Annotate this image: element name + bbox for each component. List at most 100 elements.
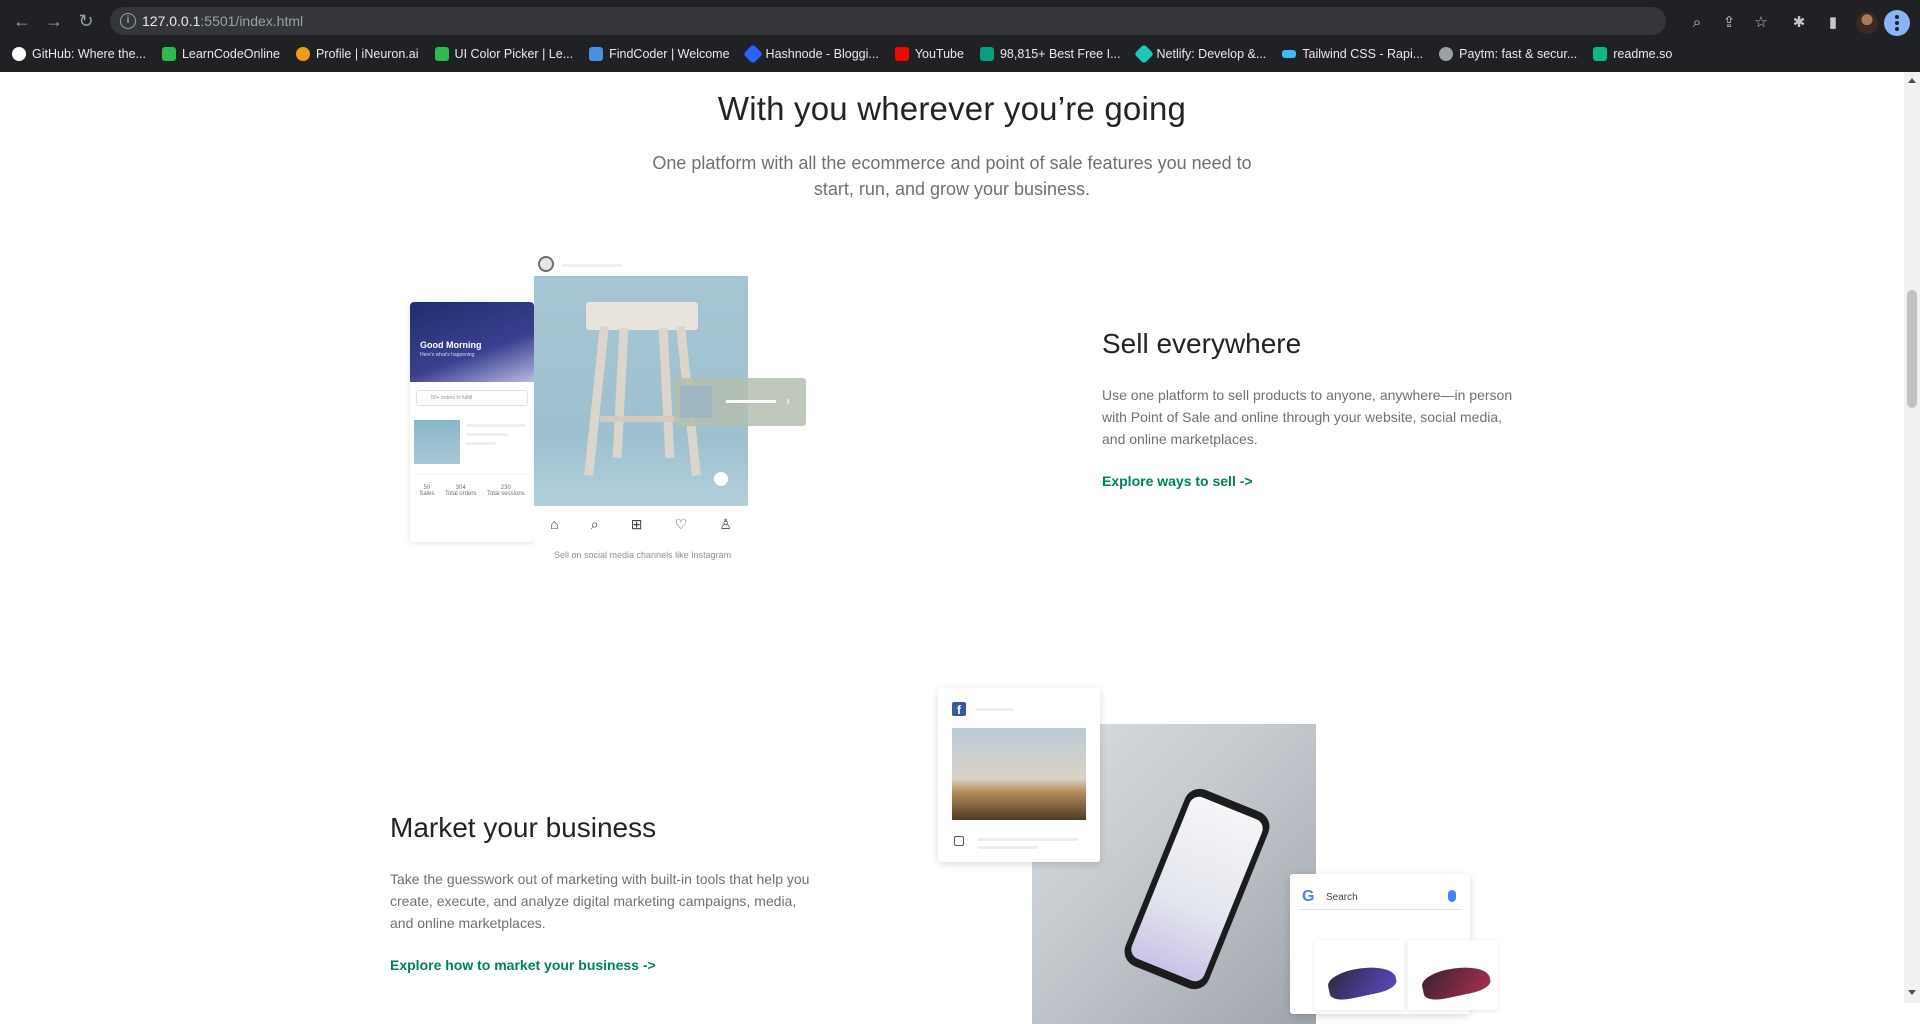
product-thumbnail — [414, 420, 460, 464]
explore-market-link[interactable]: Explore how to market your business -> — [390, 957, 656, 973]
stool-leg — [612, 327, 629, 459]
side-panel-icon[interactable]: ▮ — [1824, 14, 1842, 32]
shoe-product-1 — [1314, 940, 1404, 1010]
market-title: Market your business — [390, 812, 657, 843]
bag-icon — [954, 836, 964, 846]
zoom-icon[interactable]: ⌕ — [1688, 14, 1706, 32]
market-illustration: f G Search — [938, 688, 1498, 1024]
market-body: Take the guesswork out of marketing with… — [390, 871, 810, 931]
purple-shoe-image — [1325, 961, 1399, 1003]
bookmark-label: Hashnode - Bloggi... — [765, 47, 879, 61]
page-scrollbar[interactable] — [1904, 72, 1920, 1003]
site-info-icon[interactable]: i — [120, 13, 136, 29]
bookmark-findcoder[interactable]: FindCoder | Welcome — [589, 44, 730, 64]
url-text[interactable]: 127.0.0.1:5501/index.html — [142, 13, 303, 29]
greeting-text: Good Morning — [420, 340, 482, 350]
stat-label: Total sessions — [486, 491, 525, 497]
mobile-dashboard: Good Morning Here's what's happening 50+… — [410, 302, 534, 542]
url-path: :5501/index.html — [200, 13, 304, 29]
user-icon: ♙ — [719, 515, 732, 532]
bookmark-learncodeonline[interactable]: LearnCodeOnline — [161, 44, 280, 64]
placeholder-line — [726, 400, 776, 403]
placeholder-line — [976, 708, 1014, 711]
github-icon — [12, 47, 26, 61]
bookmark-label: 98,815+ Best Free I... — [999, 47, 1121, 61]
profile-avatar[interactable] — [1856, 12, 1878, 34]
address-bar[interactable]: i 127.0.0.1:5501/index.html — [110, 7, 1666, 35]
runner-photo — [952, 728, 1086, 820]
add-icon: ⊞ — [630, 515, 643, 532]
bookmark-label: readme.so — [1613, 47, 1673, 61]
chevron-right-icon: › — [786, 394, 790, 408]
code-icon — [589, 47, 604, 61]
explore-sell-link[interactable]: Explore ways to sell -> — [1102, 473, 1253, 489]
learncodeonline-icon — [161, 47, 176, 61]
placeholder-line — [978, 846, 1038, 849]
bookmark-label: Tailwind CSS - Rapi... — [1302, 47, 1424, 61]
product-tag-card: › — [674, 378, 806, 426]
placeholder-line — [562, 264, 622, 267]
extensions-icon[interactable]: ✱ — [1790, 14, 1808, 32]
globe-icon — [1439, 47, 1454, 61]
bookmark-github[interactable]: GitHub: Where the... — [12, 44, 146, 64]
url-host: 127.0.0.1 — [142, 13, 201, 29]
stat-orders: 304 Total orders — [445, 485, 476, 534]
bookmark-ineuron[interactable]: Profile | iNeuron.ai — [295, 44, 419, 64]
placeholder-line — [978, 838, 1078, 841]
bookmark-readme[interactable]: readme.so — [1593, 44, 1672, 64]
stool-leg — [658, 327, 675, 459]
stat-label: Sales — [419, 491, 435, 497]
menu-icon[interactable] — [1884, 10, 1910, 36]
stat-label: Total orders — [444, 491, 477, 497]
google-search-bar: G Search — [1298, 884, 1462, 910]
netlify-icon — [1133, 44, 1154, 64]
facebook-post-card: f — [938, 688, 1100, 862]
share-icon[interactable]: ⇪ — [1720, 14, 1738, 32]
bookmark-hashnode[interactable]: Hashnode - Bloggi... — [742, 44, 879, 64]
social-nav-bar: ⌂ ⌕ ⊞ ♡ ♙ — [534, 506, 748, 542]
illustration-caption: Sell on social media channels like Insta… — [554, 550, 732, 560]
bookmark-youtube[interactable]: YouTube — [894, 44, 964, 64]
youtube-icon — [894, 47, 909, 61]
bookmark-label: Profile | iNeuron.ai — [315, 47, 419, 61]
smartphone — [1119, 784, 1275, 994]
stat-sessions: 230 Total sessions — [487, 485, 525, 534]
back-icon[interactable]: ← — [10, 9, 34, 33]
bookmark-label: YouTube — [914, 47, 964, 61]
product-tag-thumbnail — [680, 386, 712, 418]
readme-icon — [1593, 47, 1608, 61]
bookmark-netlify[interactable]: Netlify: Develop &... — [1133, 44, 1266, 64]
images-icon — [979, 47, 994, 61]
placeholder-lines — [466, 424, 526, 451]
scroll-up-icon[interactable] — [1908, 78, 1916, 83]
bookmark-tailwind[interactable]: Tailwind CSS - Rapi... — [1282, 44, 1423, 64]
shoe-product-2 — [1408, 940, 1498, 1010]
ineuron-icon — [295, 47, 310, 61]
forward-icon[interactable]: → — [42, 9, 66, 33]
bookmark-paytm[interactable]: Paytm: fast & secur... — [1439, 44, 1577, 64]
google-shopping-card: G Search — [1290, 874, 1498, 1014]
bookmark-ui-color-picker[interactable]: UI Color Picker | Le... — [434, 44, 574, 64]
tailwind-icon — [1282, 50, 1297, 58]
orders-field: 50+ orders to fulfill — [416, 390, 528, 406]
facebook-icon: f — [952, 702, 966, 717]
sell-body: Use one platform to sell products to any… — [1102, 387, 1513, 447]
star-icon[interactable]: ☆ — [1752, 14, 1770, 32]
stool-leg — [584, 325, 609, 477]
bag-icon — [714, 472, 728, 486]
bookmark-label: Paytm: fast & secur... — [1459, 47, 1578, 61]
stat-sales: 50 Sales — [419, 485, 434, 534]
hero-title: With you wherever you’re going — [717, 90, 1187, 127]
bookmark-label: UI Color Picker | Le... — [454, 47, 574, 61]
greeting-subtext: Here's what's happening — [420, 352, 475, 358]
microphone-icon — [1448, 890, 1456, 902]
bookmark-label: GitHub: Where the... — [32, 47, 146, 61]
scroll-down-icon[interactable] — [1908, 990, 1916, 995]
bookmark-free-images[interactable]: 98,815+ Best Free I... — [979, 44, 1121, 64]
hashnode-icon — [742, 44, 763, 64]
sell-illustration: Good Morning Here's what's happening 50+… — [408, 252, 828, 562]
scrollbar-thumb[interactable] — [1907, 290, 1917, 408]
browser-chrome: ← → ↻ i 127.0.0.1:5501/index.html ⌕ ⇪ ☆ … — [0, 0, 1920, 72]
reload-icon[interactable]: ↻ — [74, 9, 98, 33]
address-row: ← → ↻ i 127.0.0.1:5501/index.html ⌕ ⇪ ☆ … — [0, 4, 1920, 38]
